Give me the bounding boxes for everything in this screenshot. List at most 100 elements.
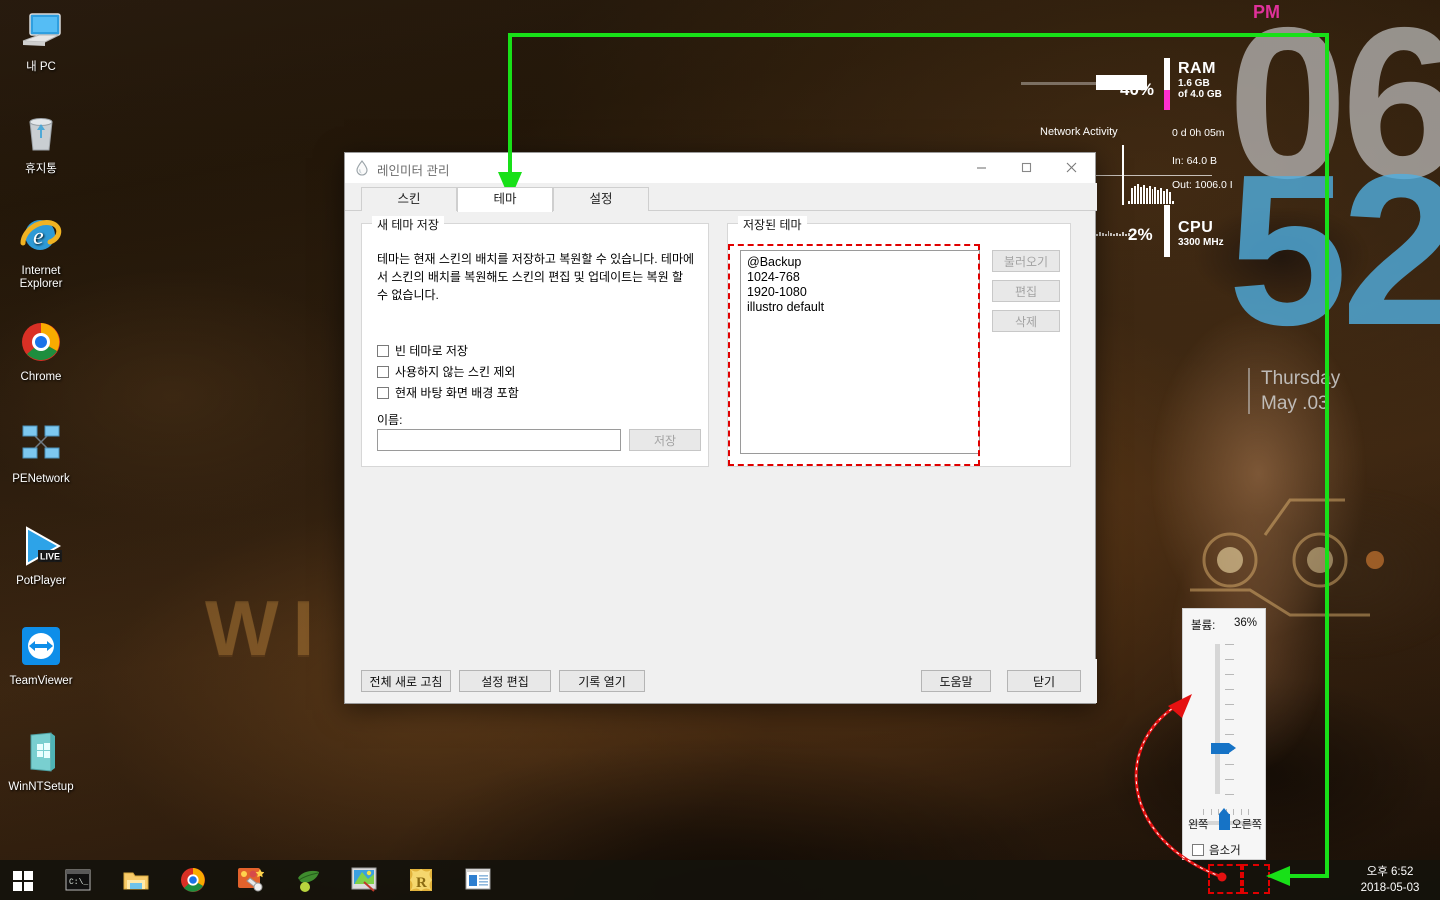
teamviewer-icon	[17, 622, 65, 670]
delete-theme-button[interactable]: 삭제	[992, 310, 1060, 332]
network-icon	[17, 420, 65, 468]
chrome-icon[interactable]	[179, 866, 207, 894]
load-theme-button[interactable]: 불러오기	[992, 250, 1060, 272]
tab-settings[interactable]: 설정	[553, 187, 649, 211]
network-graph-baseline	[1092, 175, 1212, 176]
desktop-icon-teamviewer[interactable]: TeamViewer	[4, 622, 78, 688]
maximize-button[interactable]	[1004, 153, 1049, 182]
svg-text:LIVE: LIVE	[40, 552, 60, 562]
checkbox-label: 빈 테마로 저장	[395, 344, 468, 358]
checkbox-include-wallpaper[interactable]	[377, 386, 389, 399]
ram-detail: 1.6 GB of 4.0 GB	[1178, 78, 1222, 100]
rainmeter-droplet-icon	[356, 160, 368, 176]
balance-right-label: 오른쪽	[1231, 819, 1262, 831]
svg-text:e: e	[33, 224, 44, 250]
balance-slider-thumb[interactable]	[1219, 808, 1230, 830]
edit-theme-button[interactable]: 편집	[992, 280, 1060, 302]
desktop-icon-label: 내 PC	[26, 61, 56, 73]
desktop-icon-label: WinNTSetup	[8, 781, 74, 793]
desktop-icon-label: PotPlayer	[16, 575, 66, 587]
list-item[interactable]: @Backup	[747, 255, 973, 270]
open-log-button[interactable]: 기록 열기	[559, 670, 645, 692]
checkbox-row-empty-theme[interactable]: 빈 테마로 저장	[377, 342, 468, 359]
tab-themes[interactable]: 테마	[457, 187, 553, 212]
taskbar-clock[interactable]: 오후 6:52 2018-05-03	[1350, 864, 1430, 896]
desktop-icon-label: Internet Explorer	[19, 265, 63, 290]
checkbox-exclude-unused[interactable]	[377, 365, 389, 378]
computer-icon	[17, 8, 65, 56]
paint-icon[interactable]	[350, 866, 378, 894]
volume-percent: 36%	[1233, 617, 1257, 629]
tab-skins[interactable]: 스킨	[361, 187, 457, 211]
potplayer-icon: LIVE	[17, 522, 65, 570]
volume-label: 볼륨:	[1191, 620, 1216, 632]
mute-row[interactable]: 음소거	[1192, 842, 1241, 858]
cpu-graph	[1090, 222, 1130, 236]
list-item[interactable]: 1920-1080	[747, 285, 973, 300]
window-footer: 전체 새로 고침 설정 편집 기록 열기 도움말 닫기	[345, 659, 1097, 703]
saved-themes-list[interactable]: @Backup 1024-768 1920-1080 illustro defa…	[740, 250, 980, 454]
desktop-icon-internet-explorer[interactable]: e Internet Explorer	[4, 212, 78, 291]
saved-themes-group: 저장된 테마 @Backup 1024-768 1920-1080 illust…	[727, 216, 1071, 467]
checkbox-row-exclude-unused[interactable]: 사용하지 않는 스킨 제외	[377, 363, 515, 380]
file-explorer-icon[interactable]	[122, 866, 150, 894]
taskbar-time: 오후 6:52	[1366, 866, 1414, 878]
media-tool-icon[interactable]	[236, 866, 265, 894]
desktop-icon-label: 휴지통	[25, 163, 57, 175]
save-theme-button[interactable]: 저장	[629, 429, 701, 451]
leaf-app-icon[interactable]	[294, 866, 322, 894]
clock-date-divider	[1248, 368, 1250, 414]
window-titlebar[interactable]: 레인미터 관리	[345, 153, 1095, 183]
desktop-icon-chrome[interactable]: Chrome	[4, 318, 78, 384]
tab-content-themes: 새 테마 저장 테마는 현재 스킨의 배치를 저장하고 복원할 수 있습니다. …	[361, 215, 1081, 820]
rainmeter-manage-window[interactable]: 레인미터 관리 스킨 테마 설정 새 테마 저장 테마는 현재 스킨의 배치를 …	[344, 152, 1097, 704]
checkbox-row-include-wallpaper[interactable]: 현재 바탕 화면 배경 포함	[377, 384, 519, 401]
mute-label: 음소거	[1209, 845, 1241, 857]
taskbar-date: 2018-05-03	[1360, 882, 1420, 894]
list-item[interactable]: illustro default	[747, 300, 973, 315]
network-in: In: 64.0 B	[1172, 155, 1217, 167]
cpu-indicator-bar	[1164, 205, 1170, 257]
clock-date: Thursday May .03	[1261, 366, 1340, 416]
volume-slider-ticks	[1225, 644, 1235, 795]
document-viewer-icon[interactable]	[464, 866, 492, 894]
clock-monthday: May .03	[1261, 393, 1329, 414]
desktop-icon-my-pc[interactable]: 내 PC	[4, 8, 78, 74]
highlight-box-volume-badge	[1208, 864, 1242, 894]
desktop-icon-recycle-bin[interactable]: 휴지통	[4, 110, 78, 176]
clock-minute: 52	[1228, 129, 1440, 370]
theme-name-label: 이름:	[377, 413, 403, 427]
tab-strip[interactable]: 스킨 테마 설정	[345, 183, 1097, 212]
refresh-all-button[interactable]: 전체 새로 고침	[361, 670, 451, 692]
desktop-icon-penetwork[interactable]: PENetwork	[4, 420, 78, 486]
checkbox-empty-theme[interactable]	[377, 344, 389, 357]
minimize-button[interactable]	[959, 153, 1004, 182]
window-title: 레인미터 관리	[377, 164, 450, 178]
mute-checkbox[interactable]	[1192, 844, 1204, 856]
network-graph-bars	[1128, 180, 1174, 204]
windows-start-icon[interactable]	[9, 866, 37, 894]
desktop-icon-label: TeamViewer	[9, 675, 73, 687]
theme-name-input[interactable]	[377, 429, 621, 451]
volume-flyout[interactable]: 볼륨: 36% 왼쪽 오른쪽 음소거	[1182, 608, 1266, 860]
edit-settings-button[interactable]: 설정 편집	[459, 670, 551, 692]
save-new-theme-group: 새 테마 저장 테마는 현재 스킨의 배치를 저장하고 복원할 수 있습니다. …	[361, 216, 709, 467]
r-app-icon[interactable]: R	[407, 866, 435, 894]
command-prompt-icon[interactable]: C:\_	[64, 866, 92, 894]
close-dialog-button[interactable]: 닫기	[1007, 670, 1081, 692]
network-out: Out: 1006.0 I	[1172, 179, 1233, 191]
internet-explorer-icon: e	[17, 212, 65, 260]
network-graph-spike	[1122, 145, 1124, 205]
save-group-legend: 새 테마 저장	[372, 216, 444, 233]
help-button[interactable]: 도움말	[921, 670, 991, 692]
volume-slider-thumb[interactable]	[1211, 743, 1236, 754]
list-item[interactable]: 1024-768	[747, 270, 973, 285]
close-button[interactable]	[1049, 153, 1094, 182]
ram-label: RAM	[1178, 60, 1216, 77]
desktop-icon-winntsetup[interactable]: WinNTSetup	[4, 728, 78, 794]
volume-slider-track[interactable]	[1215, 644, 1220, 794]
checkbox-label: 사용하지 않는 스킨 제외	[395, 365, 516, 379]
ram-percent: 40%	[1120, 80, 1155, 99]
desktop-icon-potplayer[interactable]: LIVE PotPlayer	[4, 522, 78, 588]
cpu-percent: 2%	[1128, 225, 1153, 244]
